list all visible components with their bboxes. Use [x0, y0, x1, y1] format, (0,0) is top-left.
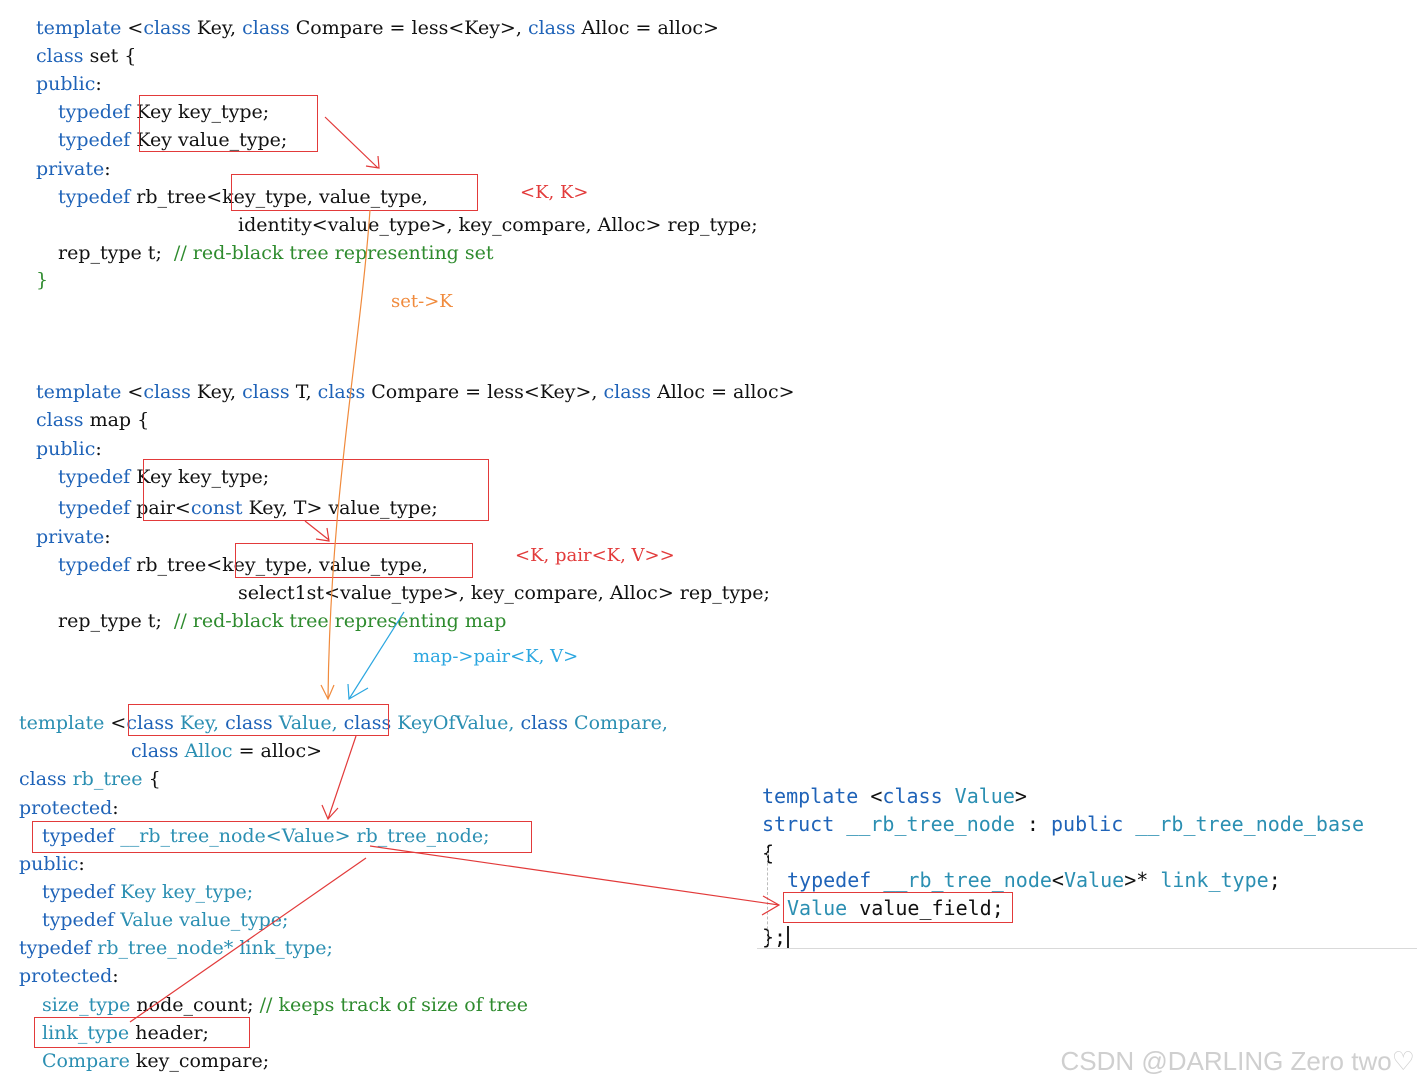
watermark: CSDN @DARLING Zero two♡	[1060, 1046, 1415, 1076]
map-typedef-arrow	[304, 520, 330, 541]
node-to-struct-arrow	[369, 845, 780, 906]
node-to-header-arrow	[129, 857, 367, 1023]
set-typedef-arrow	[324, 116, 379, 169]
set-to-rbtree-arrow	[327, 209, 371, 700]
arrow-overlay	[129, 116, 781, 1023]
node-to-struct-arrowhead	[761, 895, 781, 916]
map-to-rbtree-arrow	[348, 611, 405, 700]
value-to-node-arrow	[327, 735, 357, 820]
